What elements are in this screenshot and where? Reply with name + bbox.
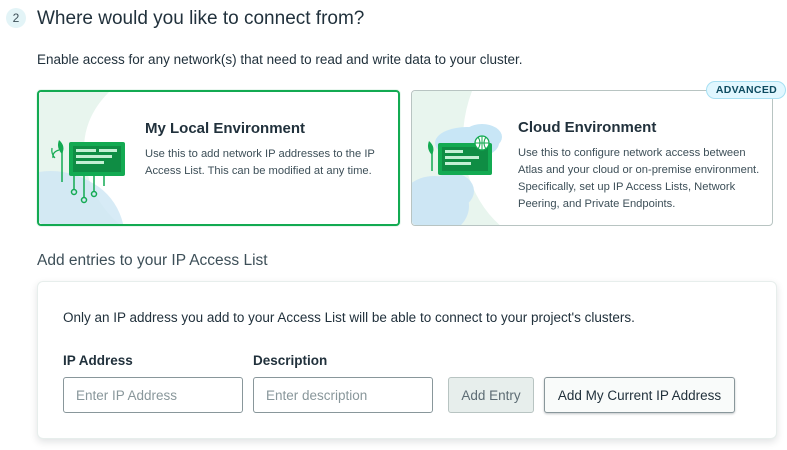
option-card-local-environment[interactable]: My Local Environment Use this to add net… bbox=[37, 90, 400, 226]
access-list-description: Only an IP address you add to your Acces… bbox=[63, 310, 635, 325]
access-list-section-title: Add entries to your IP Access List bbox=[37, 252, 268, 269]
description-input[interactable] bbox=[253, 377, 433, 413]
step-title: Where would you like to connect from? bbox=[37, 8, 365, 29]
access-list-panel: Only an IP address you add to your Acces… bbox=[37, 281, 777, 439]
add-entry-button[interactable]: Add Entry bbox=[448, 377, 534, 413]
step-number-badge: 2 bbox=[6, 8, 26, 28]
option-description-cloud: Use this to configure network access bet… bbox=[518, 147, 760, 210]
step-description: Enable access for any network(s) that ne… bbox=[37, 52, 523, 67]
ip-address-input[interactable] bbox=[63, 377, 243, 413]
laptop-network-icon bbox=[39, 92, 125, 224]
cloud-network-icon bbox=[412, 91, 502, 225]
ip-address-label: IP Address bbox=[63, 353, 133, 368]
option-card-cloud-environment[interactable]: ADVANCED Cloud Environment Use this to c… bbox=[411, 81, 786, 226]
option-title-cloud: Cloud Environment bbox=[518, 119, 657, 136]
add-current-ip-button[interactable]: Add My Current IP Address bbox=[544, 377, 735, 413]
advanced-badge: ADVANCED bbox=[705, 81, 786, 99]
option-title-local: My Local Environment bbox=[145, 120, 306, 137]
description-label: Description bbox=[253, 353, 328, 368]
option-description-local: Use this to add network IP addresses to … bbox=[145, 148, 375, 177]
